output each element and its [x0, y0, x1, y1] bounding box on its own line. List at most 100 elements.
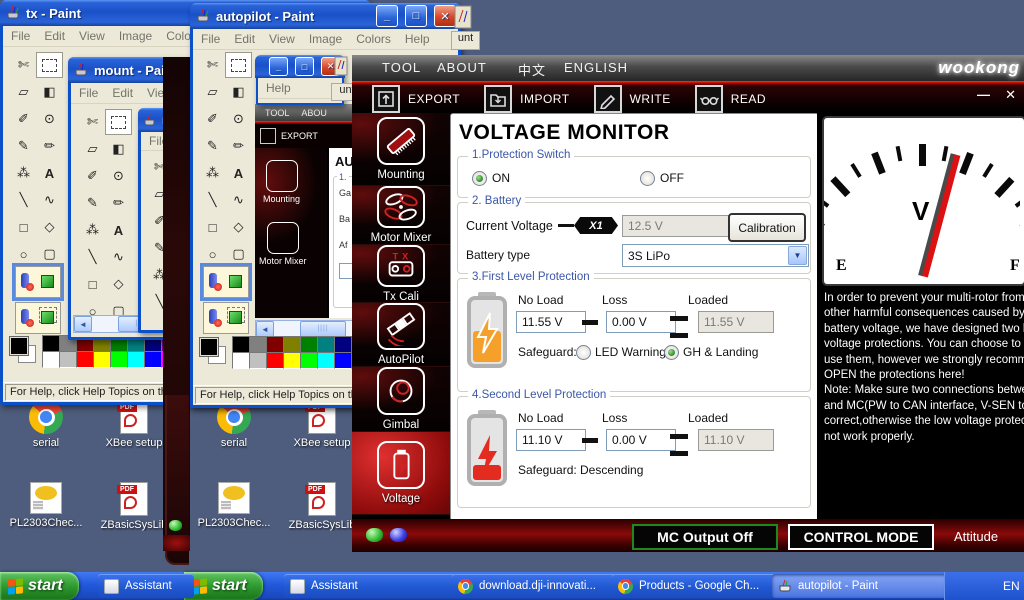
autopilot-tool-options[interactable] [203, 302, 249, 334]
assistant-minimize-button[interactable]: — [977, 87, 990, 102]
mount-tool-palette[interactable]: ✄▱◧✐⊙✎✏⁂A╲∿□◇○▢ [79, 109, 130, 324]
text-tool-icon[interactable]: A [105, 217, 132, 243]
palette-color[interactable] [249, 352, 267, 369]
color-picker-tool-icon[interactable]: ✐ [199, 106, 226, 132]
text-tool-icon[interactable]: A [36, 160, 63, 186]
free-form-select-tool-icon[interactable]: ✄ [79, 109, 106, 135]
scroll-left-icon[interactable]: ◄ [74, 316, 92, 332]
rounded-rectangle-tool-icon[interactable]: ▢ [225, 241, 252, 267]
tx-tool-options[interactable] [15, 302, 61, 334]
palette-color[interactable] [283, 336, 301, 353]
radio-on[interactable] [472, 171, 487, 186]
sidebar-item-motor-mixer[interactable]: Motor Mixer [352, 186, 450, 245]
autopilot-tool-options-selected[interactable] [203, 266, 249, 298]
sidebar-item-autopilot[interactable]: AutoPilot [352, 303, 450, 367]
palette-color[interactable] [127, 351, 145, 368]
palette-color[interactable] [110, 351, 128, 368]
scroll-thumb[interactable]: |||| [300, 321, 346, 337]
radio-gh-landing[interactable] [664, 345, 679, 360]
curve-tool-icon[interactable]: ∿ [36, 187, 63, 213]
palette-color[interactable] [144, 351, 162, 368]
magnifier-tool-icon[interactable]: ⊙ [105, 163, 132, 189]
tx-tool-options-selected[interactable] [15, 266, 61, 298]
taskbar-item-assistant[interactable]: Assistant [98, 574, 194, 598]
text-tool-icon[interactable]: A [225, 160, 252, 186]
maximize-button[interactable]: □ [405, 5, 427, 27]
palette-color[interactable] [232, 352, 250, 369]
menu-tool[interactable]: TOOL [382, 60, 421, 75]
brush-tool-icon[interactable]: ✏ [105, 190, 132, 216]
airbrush-tool-icon[interactable]: ⁂ [79, 217, 106, 243]
palette-color[interactable] [334, 336, 352, 353]
loss-input[interactable]: 0.00 V [606, 311, 676, 333]
autopilot-tool-palette[interactable]: ✄▱◧✐⊙✎✏⁂A╲∿□◇○▢ [199, 52, 250, 267]
select-tool-icon[interactable] [36, 52, 63, 78]
chevron-down-icon[interactable]: ▼ [788, 246, 807, 265]
taskbar-item-download-dji-innovati-[interactable]: download.dji-innovati... [452, 574, 620, 598]
eraser-tool-icon[interactable]: ▱ [10, 79, 37, 105]
palette-color[interactable] [42, 351, 60, 368]
curve-tool-icon[interactable]: ∿ [105, 244, 132, 270]
menu-item-help[interactable]: Help [405, 32, 430, 46]
desktop-icon-serial[interactable]: serial [2, 400, 90, 478]
select-tool-icon[interactable] [105, 109, 132, 135]
fill-tool-icon[interactable]: ◧ [105, 136, 132, 162]
menu-item-view[interactable]: View [79, 29, 105, 43]
palette-color[interactable] [93, 351, 111, 368]
rectangle-tool-icon[interactable]: □ [199, 214, 226, 240]
palette-color[interactable] [300, 352, 318, 369]
palette-color[interactable] [266, 336, 284, 353]
taskbar-item-products-google-ch-[interactable]: Products - Google Ch... [612, 574, 780, 598]
write-button[interactable]: WRITE [594, 85, 671, 113]
sidebar-item-mounting[interactable]: Mounting [352, 113, 450, 186]
rectangle-tool-icon[interactable]: □ [79, 271, 106, 297]
scroll-left-icon[interactable]: ◄ [256, 321, 274, 337]
menu-item-image[interactable]: Image [309, 32, 342, 46]
palette-color[interactable] [59, 351, 77, 368]
brush-tool-icon[interactable]: ✏ [36, 133, 63, 159]
inner-menubar[interactable]: Help [258, 78, 342, 99]
pencil-tool-icon[interactable]: ✎ [199, 133, 226, 159]
desktop-icon-serial[interactable]: serial [190, 400, 278, 478]
menu-about[interactable]: ABOUT [437, 60, 487, 75]
radio-led-warning[interactable] [576, 345, 591, 360]
menu-item-help[interactable]: Help [266, 81, 291, 95]
palette-color[interactable] [334, 352, 352, 369]
palette-color[interactable] [266, 352, 284, 369]
minimize-button[interactable]: _ [376, 5, 398, 27]
battery-type-select[interactable]: 3S LiPo ▼ [622, 244, 809, 267]
color-picker-tool-icon[interactable]: ✐ [79, 163, 106, 189]
palette-color[interactable] [76, 351, 94, 368]
line-tool-icon[interactable]: ╲ [10, 187, 37, 213]
rounded-rectangle-tool-icon[interactable]: ▢ [36, 241, 63, 267]
eraser-tool-icon[interactable]: ▱ [79, 136, 106, 162]
export-button[interactable]: EXPORT [372, 85, 460, 113]
ellipse-tool-icon[interactable]: ○ [10, 241, 37, 267]
desktop-icon-pl2303chec-[interactable]: PL2303Chec... [2, 482, 90, 560]
menu-item-colors[interactable]: Colors [356, 32, 391, 46]
menu-item-file[interactable]: File [79, 86, 98, 100]
current-voltage-input[interactable]: 12.5 V [622, 215, 732, 237]
polygon-tool-icon[interactable]: ◇ [105, 271, 132, 297]
foreground-background-swatch[interactable] [8, 335, 38, 365]
menu-english[interactable]: ENGLISH [564, 60, 628, 75]
start-button-2[interactable]: start [184, 572, 263, 600]
eraser-tool-icon[interactable]: ▱ [199, 79, 226, 105]
polygon-tool-icon[interactable]: ◇ [36, 214, 63, 240]
maximize-button[interactable]: □ [295, 57, 314, 76]
sidebar-item-voltage[interactable]: Voltage [352, 432, 450, 515]
rectangle-tool-icon[interactable]: □ [10, 214, 37, 240]
read-button[interactable]: READ [695, 85, 766, 113]
menu-item-image[interactable]: Image [119, 29, 152, 43]
desktop-icon-pl2303chec-[interactable]: PL2303Chec... [190, 482, 278, 560]
ellipse-tool-icon[interactable]: ○ [199, 241, 226, 267]
menu-item-view[interactable]: View [269, 32, 295, 46]
pencil-tool-icon[interactable]: ✎ [10, 133, 37, 159]
brush-tool-icon[interactable]: ✏ [225, 133, 252, 159]
inner-titlebar[interactable]: _ □ ✕ [255, 55, 345, 78]
color-picker-tool-icon[interactable]: ✐ [10, 106, 37, 132]
no-load-input[interactable]: 11.55 V [516, 311, 586, 333]
free-form-select-tool-icon[interactable]: ✄ [199, 52, 226, 78]
menu-item-file[interactable]: File [11, 29, 30, 43]
menu-item-edit[interactable]: Edit [44, 29, 65, 43]
